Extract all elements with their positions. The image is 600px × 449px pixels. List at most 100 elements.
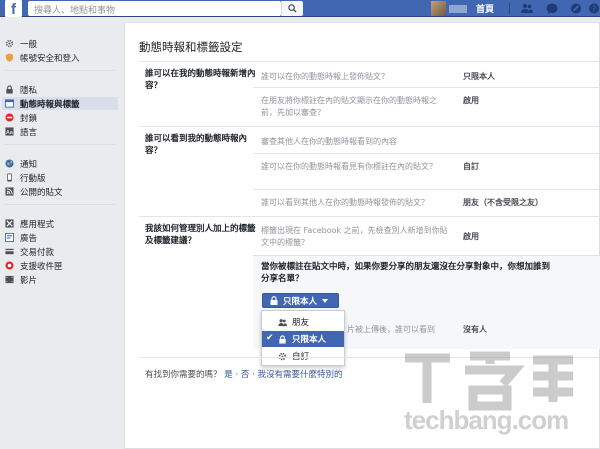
sidebar-item-security[interactable]: 帳號安全和登入 — [5, 51, 80, 64]
sidebar-item-mobile[interactable]: 行動版 — [5, 171, 46, 184]
privacy-selector-button[interactable]: 只限本人 — [262, 293, 339, 308]
sidebar-item-label: 公開的貼文 — [20, 187, 63, 198]
lock-icon — [6, 85, 13, 94]
messages-icon[interactable] — [546, 3, 558, 14]
sidebar-item-timeline[interactable]: 動態時報與標籤 — [2, 97, 118, 110]
search-button[interactable] — [281, 1, 303, 16]
sidebar-item-label: 帳號安全和登入 — [20, 53, 80, 64]
sidebar-item-label: 應用程式 — [20, 219, 55, 230]
sidebar-item-payments[interactable]: 交易付款 — [5, 245, 54, 258]
payment-icon — [5, 248, 14, 255]
profile-link[interactable] — [431, 1, 471, 16]
block-icon — [5, 113, 14, 122]
menu-item-label: 朋友 — [292, 318, 310, 328]
sidebar-item-label: 支援收件匣 — [20, 261, 63, 272]
chevron-down-icon — [322, 298, 329, 303]
setting-row-value[interactable]: 朋友（不含受限之友） — [463, 197, 543, 208]
friend-requests-icon[interactable] — [521, 3, 533, 14]
topbar-divider — [509, 3, 510, 14]
checkmark-icon: ✔ — [266, 333, 274, 343]
svg-text:Aa: Aa — [6, 130, 13, 136]
gear-icon — [278, 352, 287, 360]
sidebar-divider — [5, 70, 115, 71]
section-heading: 我該如何管理別人加上的標籤及標籤建議？ — [145, 224, 256, 246]
sidebar-item-blocking[interactable]: 封鎖 — [5, 111, 37, 124]
sidebar-divider — [5, 204, 115, 205]
globe-icon — [5, 159, 14, 168]
footer-separator: · — [252, 370, 255, 380]
sidebar-item-label: 動態時報與標籤 — [20, 99, 80, 110]
feedback-footer: 有找到你需要的嗎？ 是 · 否 · 我沒有需要什麼特別的 — [145, 368, 342, 380]
setting-row-text[interactable]: 片被上傳後，誰可以看到 — [347, 324, 457, 336]
row-divider — [253, 153, 600, 154]
sidebar-item-label: 行動版 — [20, 173, 46, 184]
search-placeholder: 搜尋人、地點和事物 — [34, 6, 116, 16]
setting-row-text[interactable]: 誰可以看到其他人在你的動態時報發佈的貼文？ — [261, 197, 451, 209]
sidebar-item-label: 隱私 — [20, 85, 38, 96]
inbox-icon — [5, 261, 14, 270]
search-input[interactable]: 搜尋人、地點和事物 — [28, 1, 281, 16]
menu-item-label: 自訂 — [292, 352, 310, 362]
notifications-icon[interactable] — [570, 3, 582, 14]
lock-icon — [270, 296, 278, 305]
row-divider — [253, 87, 600, 88]
watermark-text: techbang.com — [404, 405, 569, 435]
setting-row-text[interactable]: 誰可以在你的動態時報上發佈貼文？ — [261, 71, 451, 83]
facebook-logo[interactable]: f — [5, 0, 22, 18]
top-bar: f 搜尋人、地點和事物 首頁 ? — [0, 0, 600, 18]
setting-row-value[interactable]: 啟用 — [463, 95, 479, 106]
setting-row-value[interactable]: 自訂 — [463, 161, 479, 172]
footer-yes-link[interactable]: 是 — [224, 370, 233, 380]
setting-row-text[interactable]: 審查其他人在你的動態時報看到的內容 — [261, 136, 581, 148]
help-icon[interactable]: ? — [588, 3, 600, 14]
edit-setting-question: 當你被標註在貼文中時，如果你要分享的朋友還沒在分享對象中，你想加誰到分享名單？ — [261, 262, 551, 284]
friends-icon — [278, 318, 287, 326]
profile-name-blurred — [449, 5, 467, 13]
setting-row-text[interactable]: 標籤出現在 Facebook 之前，先檢查別人新增到你貼文中的標籤？ — [261, 225, 451, 249]
sidebar-item-apps[interactable]: 應用程式 — [5, 217, 54, 230]
ads-icon — [5, 233, 14, 242]
video-icon — [5, 275, 14, 284]
sidebar-item-videos[interactable]: 影片 — [5, 273, 37, 286]
shield-icon — [5, 53, 14, 62]
footer-no-link[interactable]: 否 — [241, 370, 250, 380]
rss-icon — [5, 187, 14, 196]
setting-row-text[interactable]: 在朋友將你標註在內的貼文顯示在你的動態時報之前，先加以審查？ — [261, 95, 451, 119]
sidebar-item-general[interactable]: 一般 — [5, 37, 37, 50]
footer-other-link[interactable]: 我沒有需要什麼特別的 — [257, 370, 342, 380]
menu-item-friends[interactable]: 朋友 — [262, 314, 344, 330]
setting-row-value[interactable]: 啟用 — [463, 231, 479, 242]
menu-item-only-me[interactable]: ✔ 只限本人 — [262, 331, 344, 347]
sidebar-item-label: 影片 — [20, 275, 38, 286]
sidebar-item-label: 封鎖 — [20, 113, 38, 124]
sidebar-item-support-inbox[interactable]: 支援收件匣 — [5, 259, 63, 272]
sidebar-item-label: 廣告 — [20, 233, 38, 244]
footer-separator: · — [235, 370, 239, 380]
privacy-selector-label: 只限本人 — [283, 296, 318, 307]
sidebar-item-notifications[interactable]: 通知 — [5, 157, 37, 170]
section-heading: 誰可以在我的動態時報新增內容？ — [145, 69, 256, 91]
apps-icon — [5, 219, 14, 228]
language-icon: Aa — [5, 127, 14, 136]
gear-icon — [5, 39, 14, 48]
sidebar-item-privacy[interactable]: 隱私 — [5, 83, 37, 96]
section-divider — [139, 216, 600, 217]
sidebar-item-label: 交易付款 — [20, 247, 55, 258]
mobile-icon — [7, 173, 12, 182]
setting-row-value[interactable]: 只限本人 — [463, 71, 495, 82]
sidebar-divider — [5, 144, 115, 145]
setting-row-value[interactable]: 沒有人 — [463, 324, 487, 335]
avatar — [431, 1, 446, 16]
svg-text:?: ? — [592, 5, 596, 14]
menu-item-label: 只限本人 — [292, 335, 327, 345]
sidebar-item-label: 通知 — [20, 159, 38, 170]
home-link[interactable]: 首頁 — [476, 2, 494, 15]
menu-item-custom[interactable]: 自訂 — [262, 348, 344, 364]
sidebar-item-language[interactable]: Aa 語言 — [5, 125, 37, 138]
setting-row-text[interactable]: 誰可以在你的動態時報看見有你標註在內的貼文？ — [261, 161, 451, 173]
sidebar-item-ads[interactable]: 廣告 — [5, 231, 37, 244]
row-divider — [253, 189, 600, 190]
page-title: 動態時報和標籤設定 — [139, 40, 243, 54]
sidebar-item-public-posts[interactable]: 公開的貼文 — [5, 185, 63, 198]
settings-sidebar: 一般 帳號安全和登入 隱私 動態時報與標籤 封鎖 Aa 語言 通知 行動版 公開… — [0, 17, 118, 449]
